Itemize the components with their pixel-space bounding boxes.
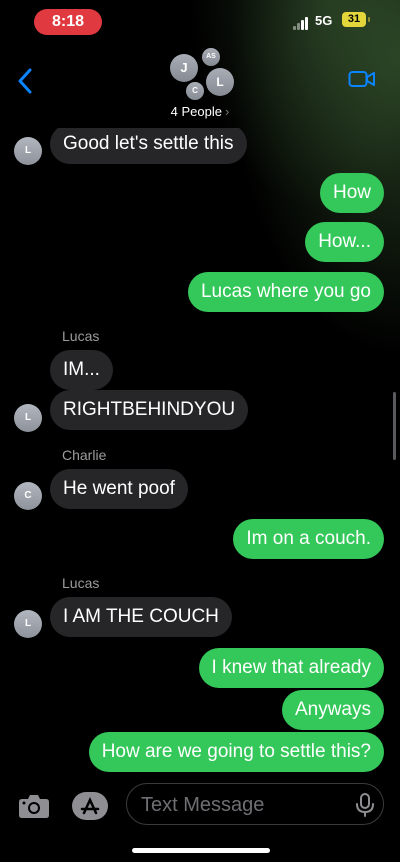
app-store-glyph bbox=[80, 797, 100, 815]
sender-name: Charlie bbox=[62, 447, 107, 463]
sender-name: Lucas bbox=[62, 575, 100, 591]
battery-icon: 31 bbox=[342, 12, 366, 27]
sent-message[interactable]: How... bbox=[305, 222, 384, 262]
microphone-icon[interactable] bbox=[355, 793, 375, 817]
group-name-label: 4 People bbox=[170, 104, 222, 119]
sender-name: Lucas bbox=[62, 328, 100, 344]
chevron-left-icon[interactable] bbox=[16, 68, 36, 94]
sent-message[interactable]: Im on a couch. bbox=[233, 519, 384, 559]
message-placeholder: Text Message bbox=[141, 794, 265, 816]
avatar-l: L bbox=[206, 68, 234, 96]
sender-avatar: C bbox=[14, 482, 42, 510]
chevron-right-icon: › bbox=[224, 104, 230, 119]
sent-message[interactable]: How are we going to settle this? bbox=[88, 732, 384, 772]
sent-message[interactable]: How bbox=[319, 173, 384, 213]
conversation-header: J AS L C 4 People › bbox=[0, 40, 400, 128]
received-message[interactable]: Good let's settle this bbox=[50, 128, 247, 164]
app-store-icon[interactable] bbox=[72, 792, 108, 820]
received-message[interactable]: IM... bbox=[50, 350, 113, 390]
group-name[interactable]: 4 People › bbox=[0, 104, 400, 119]
status-bar: 8:18 5G 31 bbox=[0, 0, 400, 40]
received-message[interactable]: He went poof bbox=[50, 469, 188, 509]
scrollbar[interactable] bbox=[393, 392, 396, 460]
avatar-j: J bbox=[170, 54, 198, 82]
sent-message[interactable]: Anyways bbox=[281, 690, 384, 730]
received-message[interactable]: RIGHTBEHINDYOU bbox=[50, 390, 249, 430]
sender-avatar: L bbox=[14, 137, 42, 165]
compose-bar: Text Message bbox=[0, 780, 400, 862]
received-message[interactable]: I AM THE COUCH bbox=[50, 597, 232, 637]
avatar-c: C bbox=[186, 82, 204, 100]
status-time: 8:18 bbox=[34, 9, 102, 35]
group-avatar[interactable]: J AS L C bbox=[166, 48, 238, 102]
signal-icon bbox=[293, 16, 311, 30]
message-input[interactable]: Text Message bbox=[126, 783, 384, 825]
network-label: 5G bbox=[315, 13, 333, 28]
home-indicator[interactable] bbox=[132, 848, 270, 853]
message-list[interactable]: L Good let's settle this How How... Luca… bbox=[0, 128, 400, 780]
sent-message[interactable]: I knew that already bbox=[198, 648, 384, 688]
battery-tip bbox=[368, 17, 370, 22]
sender-avatar: L bbox=[14, 610, 42, 638]
sender-avatar: L bbox=[14, 404, 42, 432]
avatar-as: AS bbox=[202, 48, 220, 66]
sent-message[interactable]: Lucas where you go bbox=[187, 272, 384, 312]
video-camera-icon[interactable] bbox=[348, 68, 376, 90]
camera-icon[interactable] bbox=[18, 793, 50, 819]
